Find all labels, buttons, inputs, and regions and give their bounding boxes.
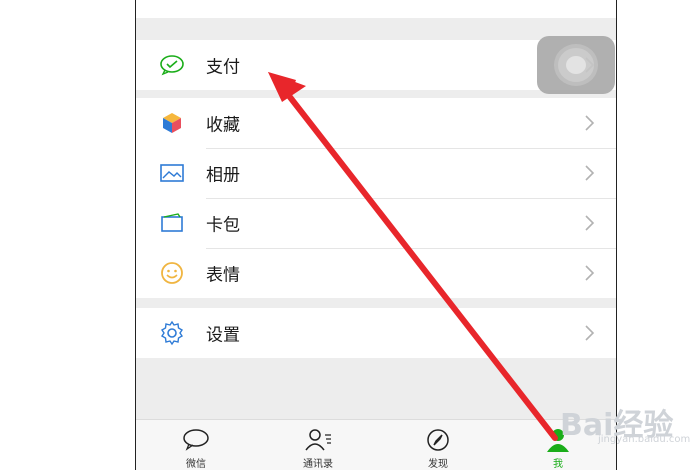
menu-item-card-wallet[interactable]: 卡包 — [136, 198, 616, 248]
menu-item-album[interactable]: 相册 — [136, 148, 616, 198]
menu-item-label: 收藏 — [206, 115, 240, 136]
menu-item-label: 卡包 — [206, 215, 240, 236]
assistive-touch-button[interactable] — [537, 36, 615, 94]
menu-item-favorites[interactable]: 收藏 — [136, 98, 616, 148]
bottom-tab-bar: 微信 通讯录 发现 我 — [136, 419, 616, 470]
tab-contacts[interactable]: 通讯录 — [288, 420, 348, 470]
menu-item-label: 支付 — [206, 57, 240, 78]
chevron-right-icon — [584, 164, 596, 182]
watermark-url: jingyan.baidu.com — [598, 434, 691, 445]
menu-item-settings[interactable]: 设置 — [136, 308, 616, 358]
tab-chats[interactable]: 微信 — [166, 420, 226, 470]
menu-group-settings: 设置 — [136, 308, 616, 358]
top-spacer — [136, 0, 616, 40]
contacts-icon — [303, 428, 333, 452]
compass-icon — [423, 428, 453, 452]
menu-item-label: 相册 — [206, 165, 240, 186]
card-wallet-icon — [158, 209, 186, 237]
menu-item-label: 表情 — [206, 265, 240, 286]
tab-discover[interactable]: 发现 — [408, 420, 468, 470]
album-image-icon — [158, 159, 186, 187]
chat-bubble-icon — [181, 428, 211, 452]
menu-item-emoji[interactable]: 表情 — [136, 248, 616, 298]
tab-label: 通讯录 — [303, 459, 333, 470]
chevron-right-icon — [584, 214, 596, 232]
chevron-right-icon — [584, 264, 596, 282]
favorites-cube-icon — [158, 109, 186, 137]
settings-gear-icon — [158, 319, 186, 347]
menu-item-label: 设置 — [206, 325, 240, 346]
wechat-pay-icon — [158, 51, 186, 79]
emoji-face-icon — [158, 259, 186, 287]
tab-label: 微信 — [186, 459, 206, 470]
chevron-right-icon — [584, 114, 596, 132]
menu-group-main: 收藏 相册 卡包 表情 — [136, 98, 616, 298]
tab-label: 发现 — [428, 459, 448, 470]
assistive-center — [566, 56, 586, 74]
tab-label: 我 — [553, 459, 563, 470]
chevron-right-icon — [584, 324, 596, 342]
